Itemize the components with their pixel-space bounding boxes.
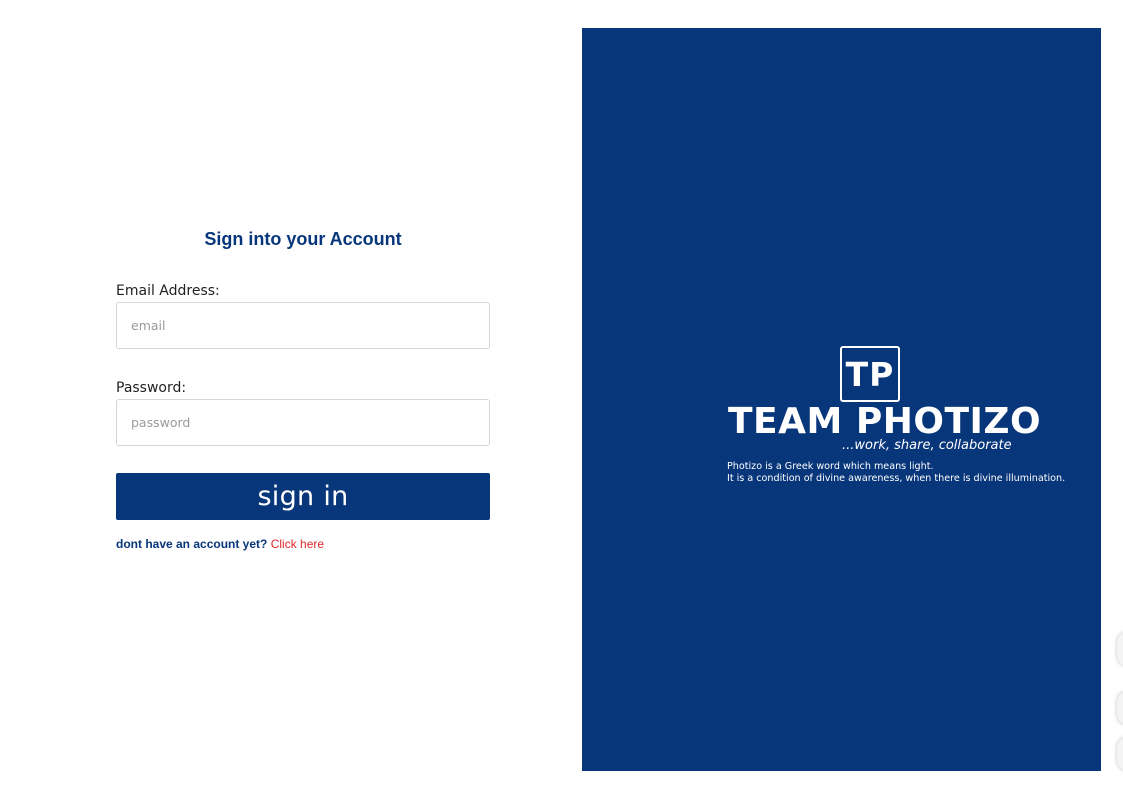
form-title: Sign into your Account [204, 229, 402, 249]
brand-tagline: ...work, share, collaborate [842, 438, 1012, 453]
brand-panel: TP TEAM PHOTIZO ...work, share, collabor… [582, 28, 1101, 771]
login-form: Sign into your Account Email Address: Pa… [116, 227, 490, 551]
brand-description-line-2: It is a condition of divine awareness, w… [727, 473, 1066, 484]
email-input[interactable] [116, 302, 490, 349]
password-input[interactable] [116, 399, 490, 446]
sign-in-button[interactable]: sign in [116, 473, 490, 520]
logo-badge: TP [840, 346, 900, 402]
signup-link[interactable]: Click here [271, 537, 324, 551]
floating-action-bubble[interactable] [1117, 632, 1123, 666]
email-label: Email Address: [116, 283, 220, 299]
floating-action-bubble[interactable] [1117, 737, 1123, 771]
signup-prompt: dont have an account yet? Click here [116, 537, 324, 551]
brand-description: Photizo is a Greek word which means ligh… [727, 461, 1065, 485]
password-label: Password: [116, 380, 187, 396]
signup-question: dont have an account yet? [116, 537, 268, 551]
brand-description-line-1: Photizo is a Greek word which means ligh… [727, 461, 934, 472]
floating-action-bubble[interactable] [1117, 691, 1123, 725]
